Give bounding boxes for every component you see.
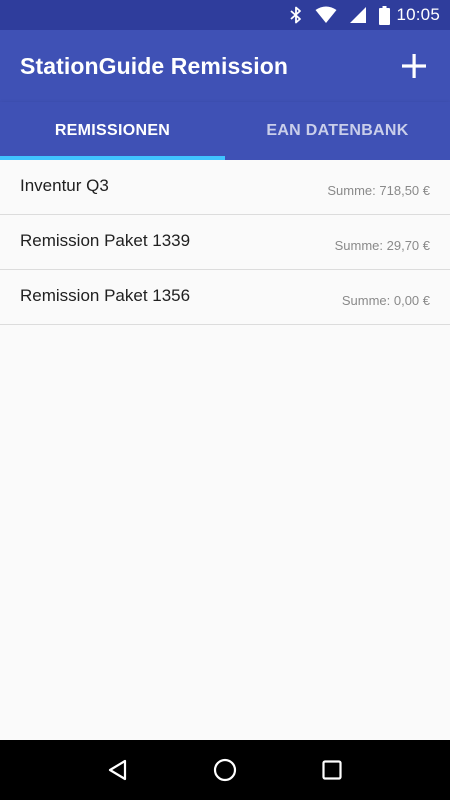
app-title: StationGuide Remission [20,52,289,79]
add-button[interactable] [400,52,428,80]
tab-label: EAN DATENBANK [266,122,409,139]
list-item[interactable]: Remission Paket 1339 Summe: 29,70 € [0,215,450,270]
tab-ean-datenbank[interactable]: EAN DATENBANK [225,102,450,160]
tab-label: REMISSIONEN [54,122,171,139]
recents-icon [321,759,343,781]
wifi-icon [315,6,337,24]
bluetooth-icon [289,6,303,24]
tab-bar: REMISSIONEN EAN DATENBANK [0,102,450,160]
back-icon [106,758,130,782]
item-sum: Summe: 29,70 € [334,237,430,253]
item-sum: Summe: 0,00 € [341,292,430,308]
status-time: 10:05 [396,5,440,24]
home-icon [212,757,238,783]
battery-icon [379,5,391,25]
item-name: Remission Paket 1356 [20,286,191,305]
status-bar: 10:05 [0,0,450,30]
item-name: Remission Paket 1339 [20,231,191,250]
item-sum: Summe: 718,50 € [327,182,430,198]
list-item[interactable]: Remission Paket 1356 Summe: 0,00 € [0,270,450,325]
home-button[interactable] [205,750,245,790]
add-icon [400,52,428,80]
remission-list: Inventur Q3 Summe: 718,50 € Remission Pa… [0,160,450,325]
back-button[interactable] [98,750,138,790]
list-item[interactable]: Inventur Q3 Summe: 718,50 € [0,160,450,215]
tab-remissionen[interactable]: REMISSIONEN [0,102,225,160]
status-icons [289,5,391,25]
item-name: Inventur Q3 [20,176,109,195]
recents-button[interactable] [312,750,352,790]
signal-icon [349,6,367,24]
navigation-bar [0,740,450,800]
app-bar: StationGuide Remission [0,30,450,102]
